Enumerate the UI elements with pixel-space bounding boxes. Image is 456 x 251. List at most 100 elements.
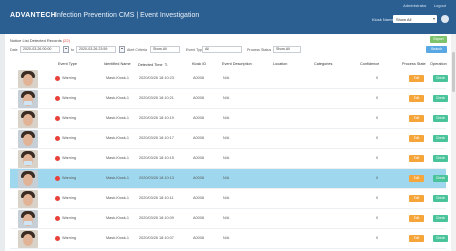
snapshot-thumbnail[interactable] — [18, 170, 38, 188]
event-type-select[interactable]: All — [202, 46, 242, 53]
edit-button[interactable]: Edit — [409, 95, 424, 102]
event-description: N/A — [223, 236, 230, 240]
warning-icon — [55, 156, 60, 161]
confidence: 0 — [376, 76, 379, 80]
check-button[interactable]: Check — [433, 75, 448, 82]
kiosk-id: A0008 — [193, 76, 204, 80]
edit-button[interactable]: Edit — [409, 195, 424, 202]
event-description: N/A — [223, 136, 230, 140]
date-from-input[interactable]: 2020-03-26 00:00 — [20, 46, 60, 53]
table-row[interactable]: Warning Mask-Kiosk-1 2020/03/26 18:10:07 A0… — [10, 229, 448, 249]
col-event-description[interactable]: Event Description — [222, 62, 252, 66]
event-type: Warning — [62, 236, 76, 240]
snapshot-thumbnail[interactable] — [18, 130, 38, 148]
date-to-label: to — [71, 48, 74, 52]
warning-icon — [55, 236, 60, 241]
check-button[interactable]: Check — [433, 215, 448, 222]
check-button[interactable]: Check — [433, 175, 448, 182]
identified-name: Mask-Kiosk-1 — [106, 136, 129, 140]
col-kiosk-id[interactable]: Kiosk ID — [192, 62, 206, 66]
edit-button[interactable]: Edit — [409, 235, 424, 242]
snapshot-thumbnail[interactable] — [18, 110, 38, 128]
check-button[interactable]: Check — [433, 115, 448, 122]
confidence: 0 — [376, 176, 379, 180]
warning-icon — [55, 96, 60, 101]
event-type: Warning — [62, 156, 76, 160]
vertical-scrollbar[interactable] — [451, 34, 456, 251]
face-shape — [23, 194, 33, 206]
table-row[interactable]: Warning Mask-Kiosk-1 2020/03/26 18:10:09 A0… — [10, 209, 448, 229]
col-identified-name[interactable]: Identified Name — [104, 62, 131, 66]
user-name[interactable]: Administrator — [403, 3, 427, 8]
filter-bar: Date 2020-03-26 00:00 to 2020-03-26 23:5… — [10, 46, 310, 54]
confidence: 0 — [376, 156, 379, 160]
col-process-state[interactable]: Process State — [402, 62, 426, 66]
edit-button[interactable]: Edit — [409, 75, 424, 82]
identified-name: Mask-Kiosk-1 — [106, 156, 129, 160]
warning-icon — [55, 176, 60, 181]
process-status-select[interactable]: Show All — [273, 46, 301, 53]
kiosk-id: A0008 — [193, 196, 204, 200]
user-avatar-icon[interactable] — [441, 15, 449, 23]
event-description: N/A — [223, 196, 230, 200]
warning-icon — [55, 196, 60, 201]
kiosk-id: A0008 — [193, 96, 204, 100]
detected-time: 2020/03/26 18:10:15 — [139, 156, 174, 160]
page-title: Infection Prevention CMS | Event Investi… — [55, 12, 200, 19]
col-confidence[interactable]: Confidence — [360, 62, 379, 66]
table-row[interactable]: Warning Mask-Kiosk-1 2020/03/26 18:10:19 A0… — [10, 109, 448, 129]
mask-shape — [24, 221, 32, 225]
col-event-type[interactable]: Event Type — [58, 62, 77, 66]
table-row[interactable]: Warning Mask-Kiosk-1 2020/03/26 18:10:21 A0… — [10, 89, 448, 109]
edit-button[interactable]: Edit — [409, 115, 424, 122]
date-to-input[interactable]: 2020-03-26 23:59 — [76, 46, 116, 53]
identified-name: Mask-Kiosk-1 — [106, 176, 129, 180]
snapshot-thumbnail[interactable] — [18, 190, 38, 208]
snapshot-thumbnail[interactable] — [18, 90, 38, 108]
col-operation[interactable]: Operation — [430, 62, 447, 66]
snapshot-thumbnail[interactable] — [18, 150, 38, 168]
confidence: 0 — [376, 216, 379, 220]
logout-link[interactable]: Logout — [434, 3, 446, 8]
table-row[interactable]: Warning Mask-Kiosk-1 2020/03/26 18:10:11 A0… — [10, 189, 448, 209]
event-type: Warning — [62, 216, 76, 220]
kiosk-filter-label: Kiosk Name: — [372, 17, 395, 22]
edit-button[interactable]: Edit — [409, 135, 424, 142]
check-button[interactable]: Check — [433, 235, 448, 242]
kiosk-id: A0008 — [193, 216, 204, 220]
table-row[interactable]: Warning Mask-Kiosk-1 2020/03/26 18:10:13 A0… — [10, 169, 448, 189]
col-categories[interactable]: Categories — [314, 62, 332, 66]
search-button[interactable]: Search — [426, 46, 447, 53]
col-location[interactable]: Location — [273, 62, 287, 66]
panel-title: Notice List Detected Records(22) — [10, 38, 70, 43]
edit-button[interactable]: Edit — [409, 175, 424, 182]
detected-time: 2020/03/26 18:10:13 — [139, 176, 174, 180]
identified-name: Mask-Kiosk-1 — [106, 116, 129, 120]
calendar-to-icon[interactable] — [119, 46, 125, 53]
face-shape — [23, 234, 33, 246]
record-count: (22) — [62, 38, 70, 43]
check-button[interactable]: Check — [433, 95, 448, 102]
table-row[interactable]: Warning Mask-Kiosk-1 2020/03/26 18:10:15 A0… — [10, 149, 448, 169]
detected-time: 2020/03/26 18:10:17 — [139, 136, 174, 140]
sort-icon[interactable]: ⇅ — [164, 63, 167, 67]
scrollbar-thumb[interactable] — [452, 52, 455, 92]
kiosk-select[interactable]: Show All — [393, 15, 437, 23]
check-button[interactable]: Check — [433, 135, 448, 142]
detected-time: 2020/03/26 18:10:09 — [139, 216, 174, 220]
table-row[interactable]: Warning Mask-Kiosk-1 2020/03/26 18:10:17 A0… — [10, 129, 448, 149]
snapshot-thumbnail[interactable] — [18, 230, 38, 248]
alert-criteria-select[interactable]: Show All — [150, 46, 180, 53]
table-row[interactable]: Warning Mask-Kiosk-1 2020/03/26 18:10:23 A0… — [10, 69, 448, 89]
export-button[interactable]: Export — [430, 36, 447, 43]
kiosk-id: A0008 — [193, 236, 204, 240]
calendar-from-icon[interactable] — [63, 46, 69, 53]
edit-button[interactable]: Edit — [409, 155, 424, 162]
table-header: Event Type Identified Name Detected Time… — [10, 59, 447, 69]
check-button[interactable]: Check — [433, 195, 448, 202]
edit-button[interactable]: Edit — [409, 215, 424, 222]
check-button[interactable]: Check — [433, 155, 448, 162]
col-detected-time[interactable]: Detected Time ⇅ — [138, 62, 168, 67]
snapshot-thumbnail[interactable] — [18, 70, 38, 88]
snapshot-thumbnail[interactable] — [18, 210, 38, 228]
